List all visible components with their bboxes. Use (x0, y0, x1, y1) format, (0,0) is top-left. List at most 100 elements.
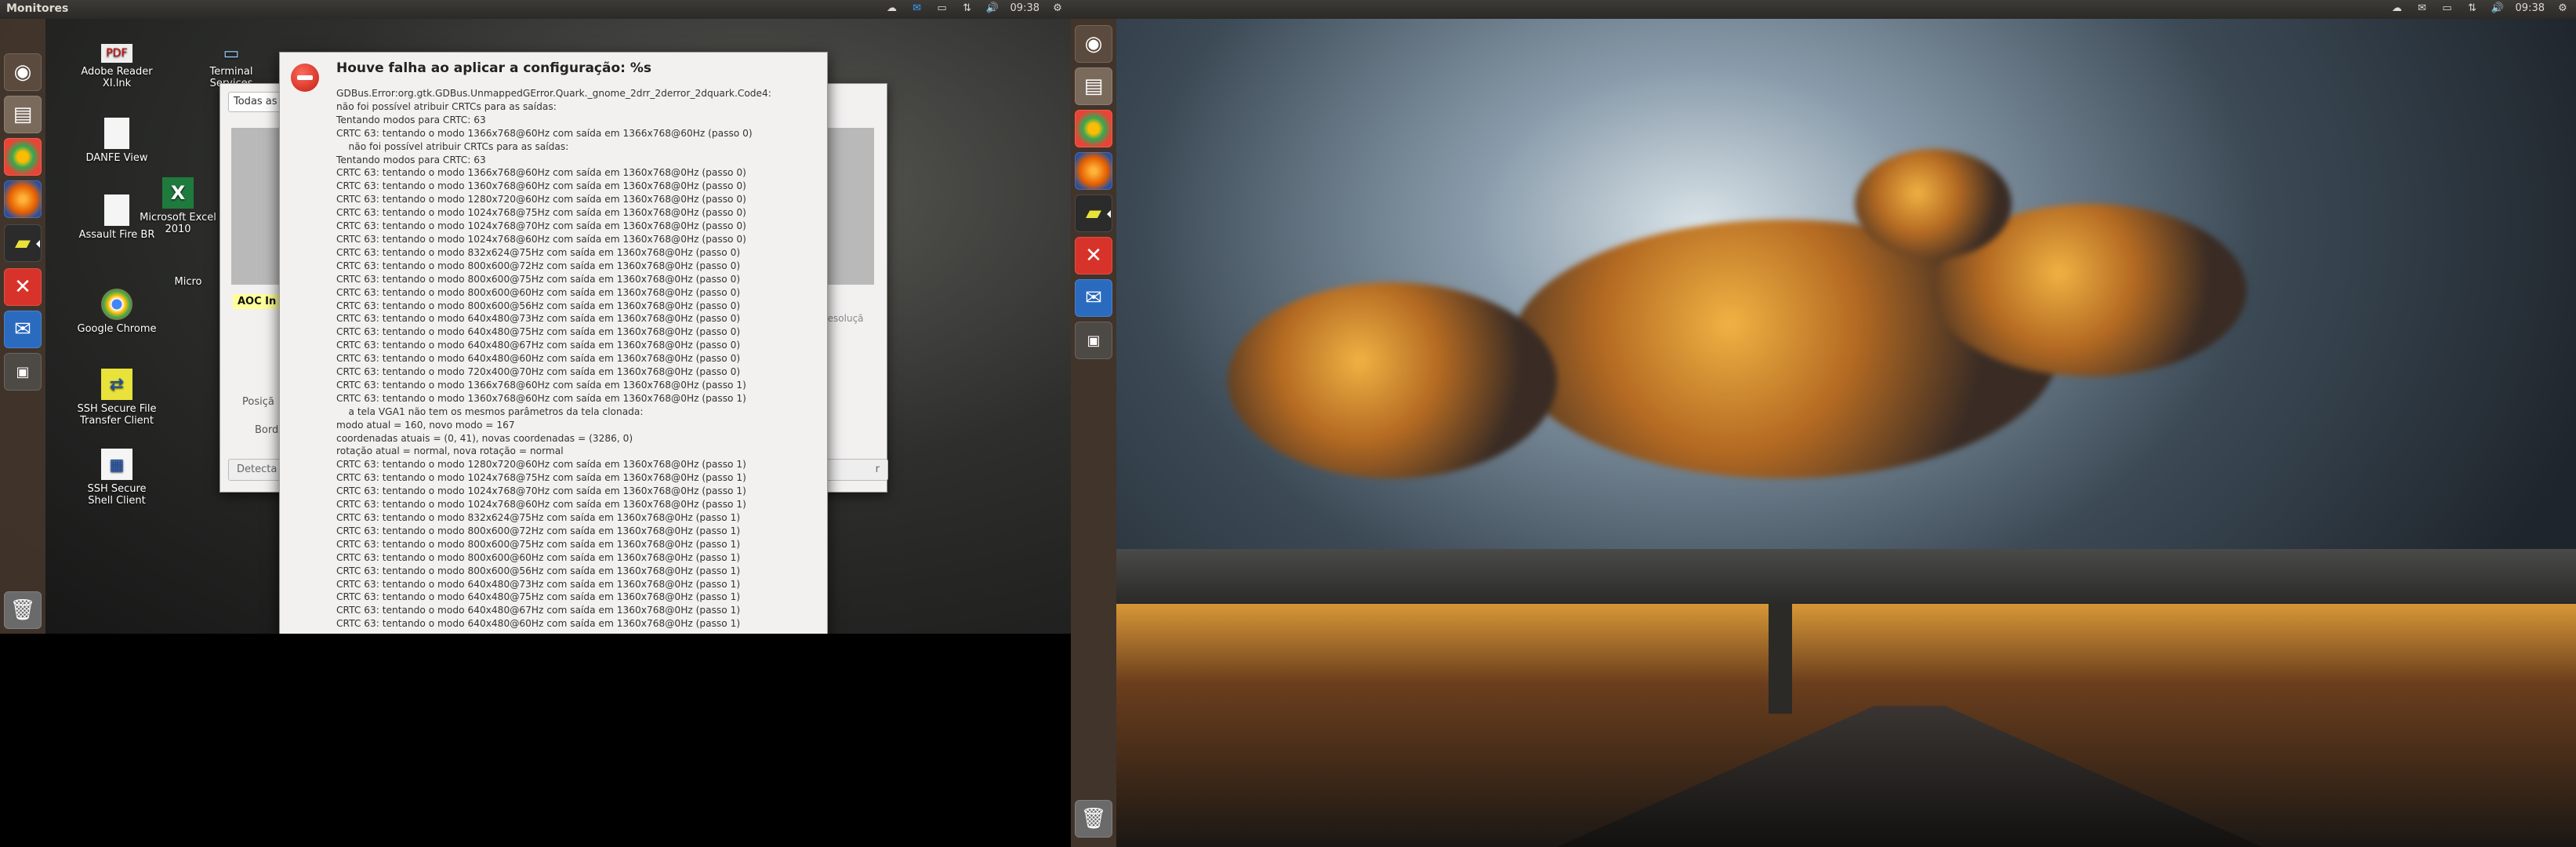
desktop-icon-adobe-reader[interactable]: PDF Adobe Reader XI.lnk (74, 44, 160, 89)
error-log-line: CRTC 63: tentando o modo 640x480@67Hz co… (336, 340, 741, 351)
desktop-icon-label: Micro (174, 276, 202, 288)
desktop-icon-excel[interactable]: X Microsoft Excel 2010 (135, 177, 221, 235)
wallpaper-pillar (1769, 604, 1792, 714)
error-log-line: CRTC 63: tentando o modo 800x600@56Hz co… (336, 565, 741, 576)
excel-icon: X (162, 177, 194, 209)
error-icon (291, 64, 319, 92)
ssh-ftp-icon: ⇄ (101, 369, 132, 400)
desktop-icon-ssh-shell[interactable]: ▦ SSH Secure Shell Client (74, 449, 160, 507)
system-tray-right: ☁ ✉ ▭ ⇅ 🔊 09:38 ⚙ (2390, 2, 2570, 16)
volume-icon[interactable]: 🔊 (2491, 2, 2505, 16)
resolution-label: resoluçã (824, 313, 864, 324)
document-icon (104, 194, 129, 226)
error-log-line: CRTC 63: tentando o modo 640x480@75Hz co… (336, 591, 741, 603)
error-log-line: não foi possível atribuir CRTCs para as … (336, 140, 569, 152)
workspace-icon[interactable]: ▣ (4, 353, 42, 391)
desktop-icon-micro[interactable]: Micro (157, 276, 220, 288)
volume-icon[interactable]: 🔊 (985, 2, 1000, 16)
red-app-icon[interactable]: ✕ (4, 268, 42, 306)
error-log-line: CRTC 63: tentando o modo 800x600@56Hz co… (336, 300, 741, 311)
detect-button[interactable]: Detecta (228, 459, 286, 481)
network-icon[interactable]: ⇅ (960, 2, 974, 16)
border-label: Bord (255, 424, 279, 436)
error-log-line: CRTC 63: tentando o modo 1366x768@60Hz c… (336, 379, 746, 391)
monitor-settings-icon[interactable]: ▰ (4, 224, 42, 262)
gear-icon[interactable]: ⚙ (2556, 2, 2570, 16)
error-log-line: CRTC 63: tentando o modo 800x600@75Hz co… (336, 273, 741, 285)
desktop-icon-label: SSH Secure Shell Client (87, 483, 147, 507)
error-log-line: CRTC 63: tentando o modo 1360x768@60Hz c… (336, 392, 746, 404)
error-log-line: modo atual = 160, novo modo = 167 (336, 419, 515, 431)
desktop-icon-label: SSH Secure File Transfer Client (77, 403, 157, 427)
wallpaper-cloud (1855, 149, 2012, 259)
error-log-line: CRTC 63: tentando o modo 800x600@60Hz co… (336, 551, 741, 563)
error-log-line: CRTC 63: tentando o modo 1024x768@70Hz c… (336, 220, 746, 232)
pdf-file-icon: PDF (101, 44, 132, 63)
chrome-icon[interactable] (1075, 110, 1112, 147)
error-log-line: CRTC 63: tentando o modo 832x624@75Hz co… (336, 246, 741, 258)
error-log-line: CRTC 63: tentando o modo 800x600@75Hz co… (336, 538, 741, 550)
error-log-line: CRTC 63: tentando o modo 1360x768@60Hz c… (336, 180, 746, 192)
error-log-line: CRTC 63: tentando o modo 1366x768@60Hz c… (336, 127, 753, 139)
cloud-icon[interactable]: ☁ (2390, 2, 2404, 16)
error-log-line: CRTC 63: tentando o modo 1024x768@75Hz c… (336, 472, 746, 484)
error-log-line: coordenadas atuais = (0, 41), novas coor… (336, 432, 633, 444)
terminal-icon: ▭ (223, 43, 240, 64)
error-message-log: GDBus.Error:org.gtk.GDBus.UnmappedGError… (336, 87, 822, 631)
trash-icon[interactable]: 🗑 (4, 591, 42, 629)
error-dialog: Houve falha ao aplicar a configuração: %… (279, 52, 828, 634)
files-icon[interactable]: ▤ (1075, 67, 1112, 105)
desktop-icon-label: DANFE View (85, 152, 148, 164)
error-log-line: CRTC 63: tentando o modo 800x600@72Hz co… (336, 260, 741, 271)
desktop-icon-label: Adobe Reader XI.lnk (81, 66, 153, 89)
system-tray-left: ☁ ✉ ▭ ⇅ 🔊 09:38 ⚙ (885, 2, 1065, 16)
cloud-icon[interactable]: ☁ (885, 2, 899, 16)
error-log-line: a tela VGA1 não tem os mesmos parâmetros… (336, 405, 644, 417)
clock-left[interactable]: 09:38 (1010, 2, 1039, 16)
top-panel-left: Monitores ☁ ✉ ▭ ⇅ 🔊 09:38 ⚙ (0, 0, 1071, 19)
ubuntu-dash-icon[interactable]: ◉ (4, 53, 42, 91)
network-icon[interactable]: ⇅ (2465, 2, 2480, 16)
error-log-line: rotação atual = normal, nova rotação = n… (336, 445, 564, 457)
chrome-icon[interactable] (4, 138, 42, 176)
ubuntu-dash-icon[interactable]: ◉ (1075, 25, 1112, 63)
error-log-line: CRTC 63: tentando o modo 1280x720@60Hz c… (336, 194, 746, 205)
files-icon[interactable]: ▤ (4, 96, 42, 133)
mail-icon[interactable]: ✉ (2415, 2, 2429, 16)
desktop-icon-danfe-view[interactable]: DANFE View (74, 118, 160, 164)
right-monitor-screen: ☁ ✉ ▭ ⇅ 🔊 09:38 ⚙ ◉ ▤ ▰ ✕ ✉ ▣ 🗑 (1071, 0, 2576, 847)
error-log-line: GDBus.Error:org.gtk.GDBus.UnmappedGError… (336, 88, 771, 99)
error-log-line: CRTC 63: tentando o modo 640x480@60Hz co… (336, 353, 741, 365)
document-icon (104, 118, 129, 149)
wallpaper-bridge (1116, 549, 2576, 604)
wallpaper-cloud (1228, 282, 1557, 478)
launcher-left: ◉ ▤ ▰ ✕ ✉ ▣ 🗑 (0, 19, 45, 634)
desktop-icon-label: Microsoft Excel 2010 (140, 212, 216, 235)
error-log-line: CRTC 63: tentando o modo 800x600@60Hz co… (336, 286, 741, 298)
monitor-settings-icon[interactable]: ▰ (1075, 194, 1112, 232)
error-log-line: CRTC 63: tentando o modo 1024x768@60Hz c… (336, 233, 746, 245)
left-monitor-screen: Monitores ☁ ✉ ▭ ⇅ 🔊 09:38 ⚙ ◉ ▤ ▰ ✕ ✉ ▣ … (0, 0, 1071, 634)
error-title: Houve falha ao aplicar a configuração: %… (336, 60, 652, 76)
error-log-line: Tentando modos para CRTC: 63 (336, 154, 486, 165)
desktop-icon-google-chrome[interactable]: Google Chrome (74, 289, 160, 335)
trash-icon[interactable]: 🗑 (1075, 800, 1112, 838)
monitor-label: AOC In (233, 294, 281, 309)
red-app-icon[interactable]: ✕ (1075, 237, 1112, 274)
battery-icon[interactable]: ▭ (935, 2, 949, 16)
error-log-line: CRTC 63: tentando o modo 640x480@73Hz co… (336, 313, 741, 325)
mail-icon[interactable]: ✉ (910, 2, 924, 16)
gear-icon[interactable]: ⚙ (1050, 2, 1065, 16)
ssh-shell-icon: ▦ (101, 449, 132, 480)
active-window-title: Monitores (6, 2, 69, 15)
thunderbird-icon[interactable]: ✉ (4, 311, 42, 348)
battery-icon[interactable]: ▭ (2440, 2, 2454, 16)
launcher-right: ◉ ▤ ▰ ✕ ✉ ▣ 🗑 (1071, 19, 1116, 847)
firefox-icon[interactable] (1075, 152, 1112, 190)
workspace-icon[interactable]: ▣ (1075, 322, 1112, 359)
firefox-icon[interactable] (4, 180, 42, 218)
clock-right[interactable]: 09:38 (2516, 2, 2545, 16)
desktop-icon-ssh-ftp[interactable]: ⇄ SSH Secure File Transfer Client (74, 369, 160, 427)
thunderbird-icon[interactable]: ✉ (1075, 279, 1112, 317)
error-log-line: CRTC 63: tentando o modo 1366x768@60Hz c… (336, 167, 746, 179)
